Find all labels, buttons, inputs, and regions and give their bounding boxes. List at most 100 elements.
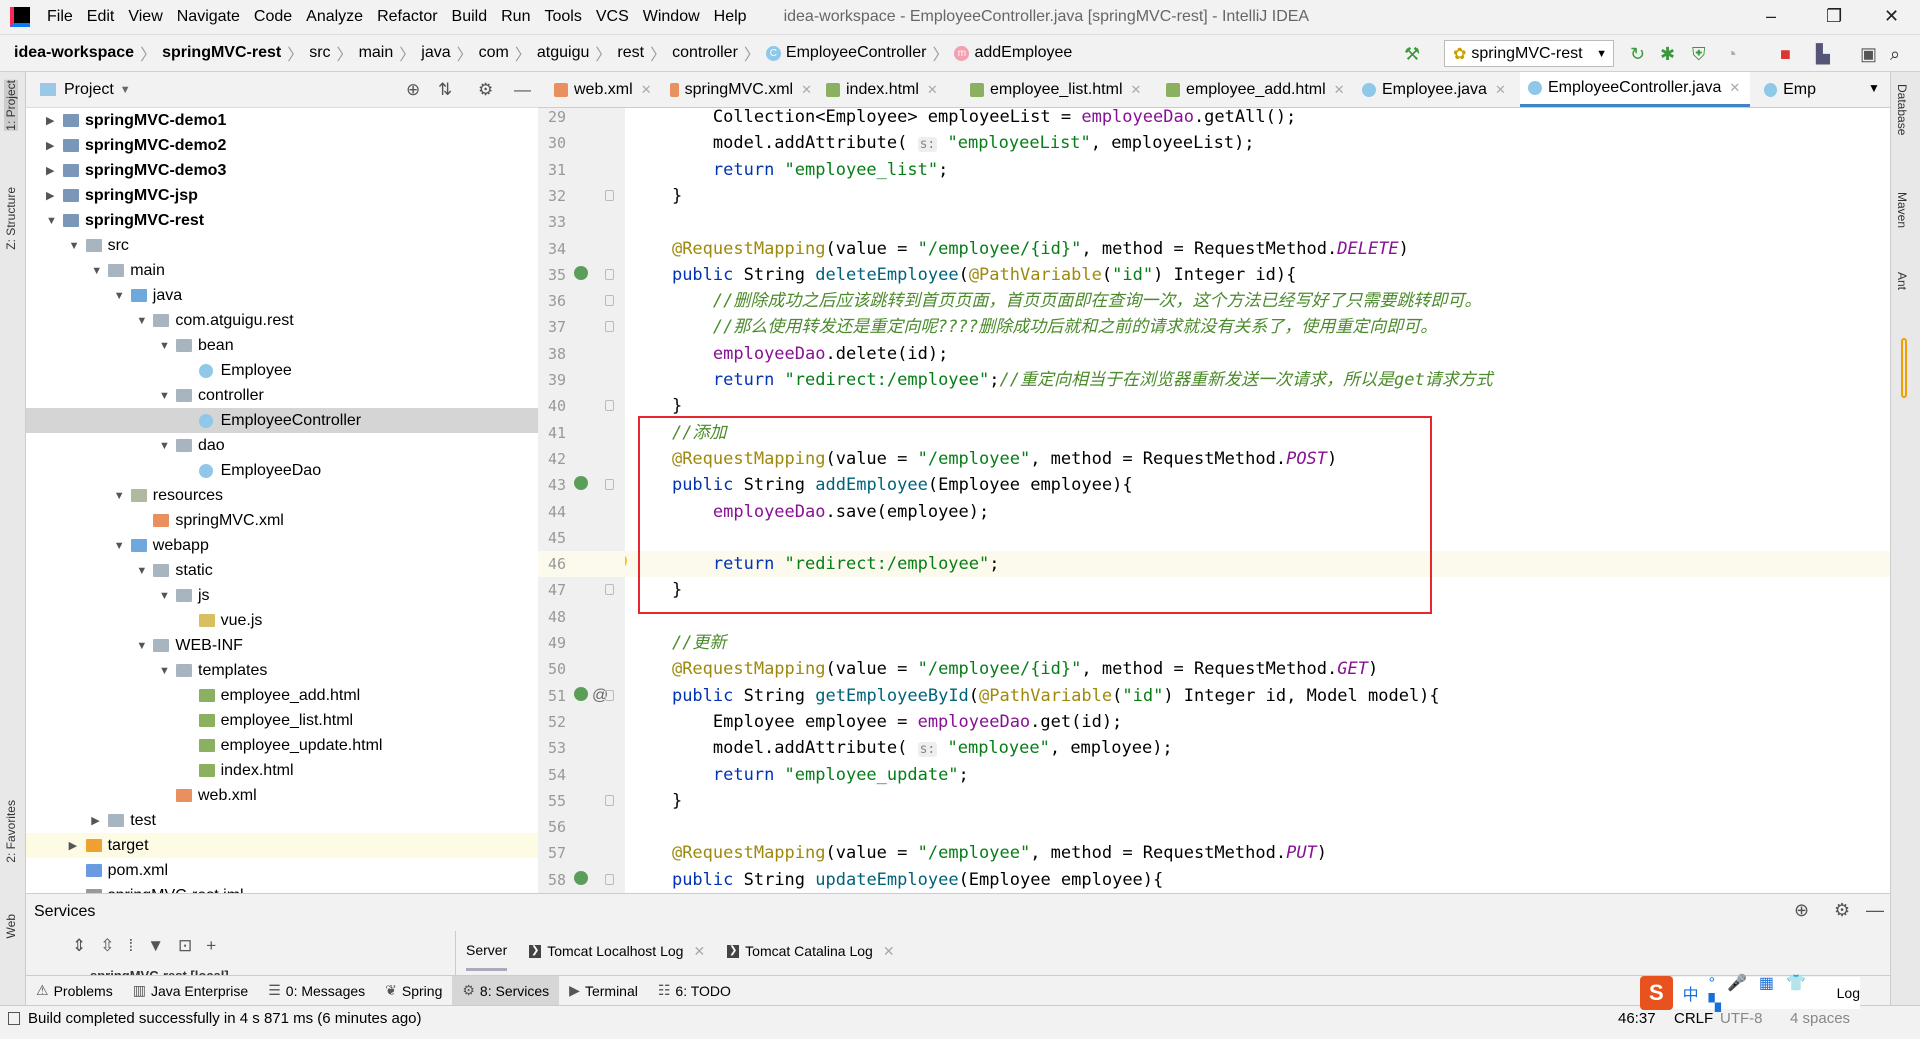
services-tab[interactable]: ❯ Tomcat Localhost Log ✕	[529, 931, 705, 971]
breadcrumb-item[interactable]: springMVC-rest	[162, 44, 281, 62]
tree-item[interactable]: employee_list.html	[26, 708, 538, 733]
chevron-down-icon[interactable]: ▼	[120, 84, 131, 96]
maven-tool-button[interactable]: Maven	[1895, 192, 1909, 228]
breadcrumb-item[interactable]: controller	[672, 44, 738, 62]
rerun-icon[interactable]: ↻	[1630, 44, 1645, 65]
breadcrumb-item[interactable]: idea-workspace	[14, 44, 134, 62]
hide-icon[interactable]: —	[1866, 900, 1884, 921]
tree-item[interactable]: EmployeeDao	[26, 458, 538, 483]
close-tab-icon[interactable]: ✕	[801, 82, 812, 98]
spring-bean-icon[interactable]	[574, 265, 588, 280]
fold-icon[interactable]	[605, 584, 614, 596]
menu-tools[interactable]: Tools	[537, 8, 588, 26]
collapsed-arrow-icon[interactable]: ▶	[46, 164, 58, 177]
editor-scrollbar[interactable]	[1901, 338, 1907, 398]
gear-icon[interactable]: ⚙	[1834, 900, 1850, 921]
tree-item[interactable]: index.html	[26, 758, 538, 783]
breadcrumb-item[interactable]: src	[309, 44, 330, 62]
close-tab-icon[interactable]: ✕	[641, 82, 652, 98]
fold-icon[interactable]	[605, 268, 614, 280]
expanded-arrow-icon[interactable]: ▼	[159, 390, 171, 402]
tab-employee-java[interactable]: Employee.java ✕	[1354, 72, 1514, 107]
fold-icon[interactable]	[605, 794, 614, 806]
fold-icon[interactable]	[605, 689, 614, 701]
services-toolbar-icons[interactable]: ⇕⇳⁞▼⊡+	[72, 936, 230, 956]
search-icon[interactable]: ⌕	[1890, 44, 1900, 65]
project-view-select[interactable]: Project	[64, 81, 114, 99]
tool-tab-0-messages[interactable]: ☰ 0: Messages	[258, 976, 375, 1006]
run-config-select[interactable]: ✿ springMVC-rest ▼	[1444, 40, 1614, 67]
menu-navigate[interactable]: Navigate	[170, 8, 247, 26]
project-structure-icon[interactable]: ▙	[1816, 44, 1830, 65]
collapse-all-icon[interactable]: ⇅	[438, 80, 452, 100]
collapsed-arrow-icon[interactable]: ▶	[46, 189, 58, 202]
tree-item[interactable]: ▼ java	[26, 283, 538, 308]
tool-tab-spring[interactable]: ❦ Spring	[375, 976, 452, 1006]
tree-item[interactable]: ▼ static	[26, 558, 538, 583]
status-toggle-icon[interactable]	[8, 1012, 20, 1025]
breadcrumb-item[interactable]: m addEmployee	[954, 44, 1072, 62]
breadcrumb-item[interactable]: C EmployeeController	[765, 44, 926, 62]
tree-item[interactable]: pom.xml	[26, 858, 538, 883]
menu-analyze[interactable]: Analyze	[299, 8, 370, 26]
tree-item[interactable]: ▼ js	[26, 583, 538, 608]
tool-tab-java-enterprise[interactable]: ▥ Java Enterprise	[123, 976, 259, 1006]
tab-springmvc-xml[interactable]: springMVC.xml ✕	[662, 72, 812, 107]
ant-tool-button[interactable]: Ant	[1895, 272, 1909, 290]
services-tab[interactable]: ❯ Tomcat Catalina Log ✕	[727, 931, 895, 971]
spring-bean-icon[interactable]	[574, 870, 588, 885]
fold-icon[interactable]	[605, 189, 614, 201]
gear-icon[interactable]: ⚙	[478, 80, 493, 100]
close-tab-icon[interactable]: ✕	[883, 943, 895, 960]
minimize-button[interactable]: –	[1766, 6, 1776, 27]
menu-vcs[interactable]: VCS	[589, 8, 636, 26]
collapsed-arrow-icon[interactable]: ▶	[46, 139, 58, 152]
tree-item[interactable]: ▼ main	[26, 258, 538, 283]
tree-item[interactable]: springMVC.xml	[26, 508, 538, 533]
locate-icon[interactable]: ⊕	[406, 80, 420, 100]
close-tab-icon[interactable]: ✕	[927, 82, 938, 98]
services-tab[interactable]: Server	[466, 931, 508, 971]
close-tab-icon[interactable]: ✕	[693, 943, 705, 960]
menu-edit[interactable]: Edit	[80, 8, 122, 26]
expanded-arrow-icon[interactable]: ▼	[159, 590, 171, 602]
tree-item[interactable]: web.xml	[26, 783, 538, 808]
collapsed-arrow-icon[interactable]: ▶	[69, 839, 81, 852]
tab-web-xml[interactable]: web.xml ✕	[546, 72, 656, 107]
tree-item[interactable]: ▼ springMVC-rest	[26, 208, 538, 233]
database-tool-button[interactable]: Database	[1895, 84, 1909, 135]
fold-icon[interactable]	[605, 295, 614, 307]
tree-item[interactable]: Employee	[26, 358, 538, 383]
tab-employee_list-html[interactable]: employee_list.html ✕	[962, 72, 1152, 107]
fold-icon[interactable]	[605, 321, 614, 333]
tool-tab-problems[interactable]: ⚠ Problems	[26, 976, 123, 1006]
caret-position[interactable]: 46:37	[1618, 1010, 1656, 1027]
tab-employee_add-html[interactable]: employee_add.html ✕	[1158, 72, 1348, 107]
breadcrumb-item[interactable]: rest	[617, 44, 644, 62]
fold-icon[interactable]	[605, 479, 614, 491]
window-icon[interactable]: ▣	[1860, 44, 1877, 65]
tree-item[interactable]: vue.js	[26, 608, 538, 633]
tree-item[interactable]: springMVC-rest.iml	[26, 883, 538, 893]
menu-window[interactable]: Window	[636, 8, 707, 26]
fold-icon[interactable]	[605, 400, 614, 412]
breadcrumb-item[interactable]: com	[479, 44, 509, 62]
expanded-arrow-icon[interactable]: ▼	[136, 565, 148, 577]
debug-icon[interactable]: ✱	[1660, 44, 1675, 65]
tree-item[interactable]: ▼ controller	[26, 383, 538, 408]
line-separator[interactable]: CRLF	[1674, 1010, 1713, 1027]
maximize-button[interactable]: ❐	[1826, 6, 1842, 27]
ime-tool-icons[interactable]: °🎤▦👕▚	[1709, 973, 1837, 1013]
expanded-arrow-icon[interactable]: ▼	[159, 665, 171, 677]
spring-bean-icon[interactable]	[574, 476, 588, 491]
favorites-tool-button[interactable]: 2: Favorites	[4, 800, 18, 863]
tab-employeecontroller-java[interactable]: EmployeeController.java ✕	[1520, 72, 1750, 107]
tree-item[interactable]: ▶ test	[26, 808, 538, 833]
status-message[interactable]: Build completed successfully in 4 s 871 …	[28, 1010, 422, 1027]
hide-icon[interactable]: —	[514, 80, 531, 100]
tree-item[interactable]: ▶ springMVC-jsp	[26, 183, 538, 208]
expanded-arrow-icon[interactable]: ▼	[114, 490, 126, 502]
collapsed-arrow-icon[interactable]: ▶	[46, 114, 58, 127]
expanded-arrow-icon[interactable]: ▼	[46, 215, 58, 227]
tree-item[interactable]: ▶ springMVC-demo1	[26, 108, 538, 133]
